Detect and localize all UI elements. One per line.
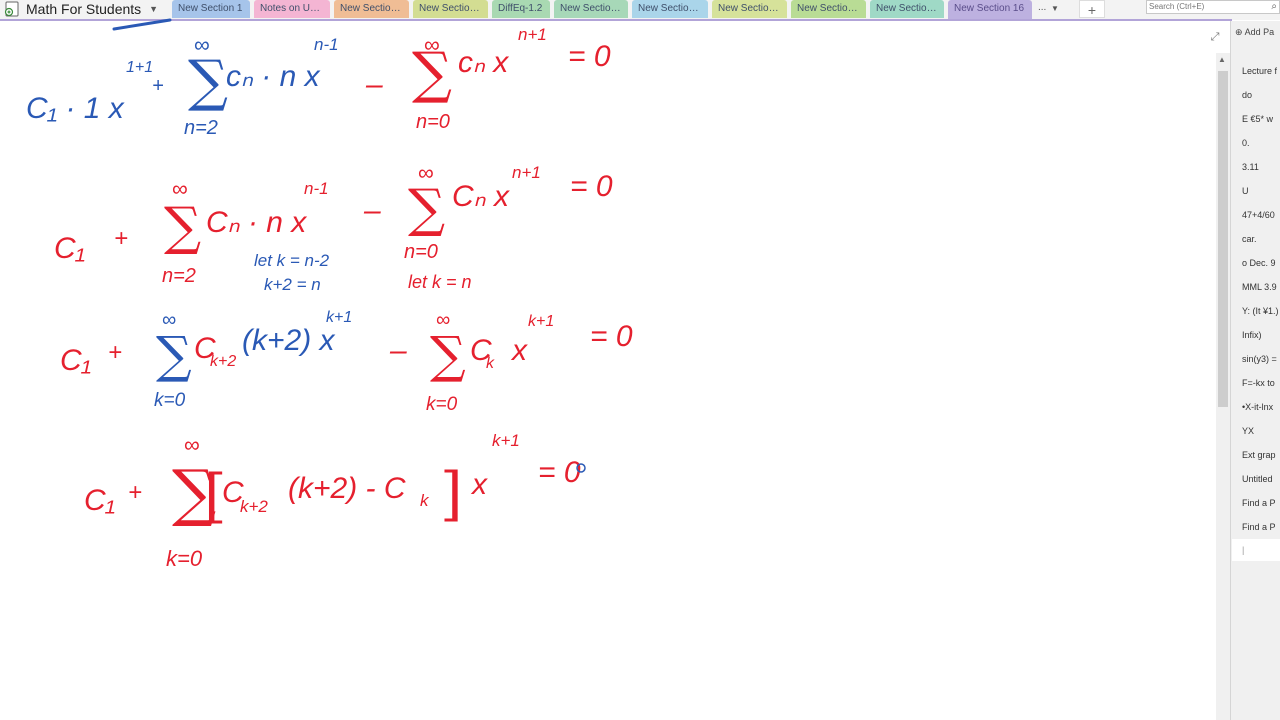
scrollbar-thumb[interactable]: [1218, 71, 1228, 407]
eq1-sum2-lower: n=0: [416, 111, 450, 133]
equation-3: C₁ + ∞ ∑ k=0 C k+2 (k+2) x k+1 – ∞ ∑ k=0…: [60, 309, 633, 415]
eq3-minus: –: [389, 334, 407, 367]
vertical-scrollbar[interactable]: ▲: [1216, 53, 1230, 720]
eq2-sum2-body: Cₙ x: [452, 180, 510, 213]
eq4-exponent: k+1: [492, 431, 520, 450]
eq1-sum1-sigma: ∑: [188, 49, 228, 114]
page-item[interactable]: car.: [1232, 228, 1280, 250]
eq3-c1: C₁: [60, 344, 91, 377]
page-item[interactable]: U: [1232, 180, 1280, 202]
page-item[interactable]: do: [1232, 84, 1280, 106]
eq3-sum2-sub: k: [486, 355, 495, 372]
eq1-blue-lead: C₁ · 1 x: [26, 92, 125, 125]
eq2-minus: –: [363, 194, 381, 227]
eq3-sum1-sigma: ∑: [156, 326, 192, 384]
eq3-sum1-body: (k+2) x: [242, 324, 336, 357]
page-item[interactable]: Infix): [1232, 324, 1280, 346]
eq1-sum1-body: cₙ · n x: [226, 60, 321, 93]
eq3-sum2-sigma: ∑: [430, 326, 466, 384]
eq2-plus: +: [114, 225, 128, 252]
page-item[interactable]: 3.11: [1232, 156, 1280, 178]
eq3-sum2-exponent: k+1: [528, 313, 554, 330]
equation-4: C₁ + ∞ ∑ k=0 [ C k+2 (k+2) - C k ] x k+1…: [84, 431, 581, 571]
eq2-note-red: let k = n: [408, 272, 472, 292]
eq2-rhs: = 0: [570, 170, 613, 203]
page-item[interactable]: sin(y3) =: [1232, 348, 1280, 370]
eq4-sum-lower: k=0: [166, 546, 203, 571]
equation-2: C₁ + ∞ ∑ n=2 Cₙ · n x n-1 – ∞ ∑ n=0 Cₙ x…: [54, 160, 613, 294]
eq4-middle: (k+2) - C: [288, 472, 406, 505]
eq3-sum1-lower: k=0: [154, 390, 186, 411]
page-item[interactable]: 47+4/60: [1232, 204, 1280, 226]
eq1-sum2-sigma: ∑: [412, 41, 452, 106]
eq4-c1: C₁: [84, 484, 115, 517]
eq2-sum1-body: Cₙ · n x: [206, 206, 307, 239]
eq4-c2-sub: k: [420, 491, 430, 510]
eq4-c-sub: k+2: [240, 497, 268, 516]
page-list-panel: ⊕ Add Pa Lecture f do E €5* w 0. 3.11 U 47+4/6…: [1230, 21, 1280, 720]
eq2-sum1-lower: n=2: [162, 265, 196, 287]
eq1-sum2-exponent: n+1: [518, 25, 547, 44]
page-item[interactable]: Ext grap: [1232, 444, 1280, 466]
page-item[interactable]: Untitled: [1232, 468, 1280, 490]
eq4-rhs: = 0: [538, 456, 581, 489]
eq1-sum2-body: cₙ x: [458, 46, 509, 79]
add-page-label: Add Pa: [1244, 27, 1275, 37]
eq1-sum1-lower: n=2: [184, 117, 218, 139]
page-item[interactable]: o Dec. 9: [1232, 252, 1280, 274]
page-item[interactable]: MML 3.9: [1232, 276, 1280, 298]
page-item[interactable]: F=-kx to: [1232, 372, 1280, 394]
page-item[interactable]: •X-it-lnx: [1232, 396, 1280, 418]
page-item[interactable]: E €5* w: [1232, 108, 1280, 130]
eq1-sum1-exponent: n-1: [314, 35, 339, 54]
eq3-sum1-exponent: k+1: [326, 309, 352, 326]
eq2-note-blue-1: let k = n-2: [254, 251, 330, 270]
eq2-c1: C₁: [54, 232, 85, 265]
plus-circle-icon: ⊕: [1235, 27, 1243, 37]
eq4-sum-upper: ∞: [184, 432, 200, 457]
eq4-plus: +: [128, 479, 142, 506]
ink-stroke-fragment: [112, 18, 172, 31]
eq3-plus: +: [108, 339, 122, 366]
eq3-sum1-sub: k+2: [210, 353, 236, 370]
page-item[interactable]: 0.: [1232, 132, 1280, 154]
eq1-minus: –: [365, 68, 383, 101]
equation-1: C₁ · 1 x 1+1 + ∞ ∑ n=2 cₙ · n x n-1 – ∞ …: [26, 25, 611, 139]
page-item[interactable]: Find a P: [1232, 516, 1280, 538]
eq3-sum2-x: x: [510, 334, 528, 367]
expand-icon[interactable]: ⤢: [1209, 31, 1221, 43]
page-item[interactable]: Y: (It ¥1.): [1232, 300, 1280, 322]
add-page-button[interactable]: ⊕ Add Pa: [1235, 25, 1280, 39]
page-item[interactable]: YX: [1232, 420, 1280, 442]
eq1-plus: +: [152, 75, 164, 97]
eq3-sum2-lower: k=0: [426, 394, 458, 415]
handwritten-ink: C₁ · 1 x 1+1 + ∞ ∑ n=2 cₙ · n x n-1 – ∞ …: [26, 18, 633, 571]
eq2-sum2-lower: n=0: [404, 241, 438, 263]
eq2-sum2-sigma: ∑: [408, 179, 445, 239]
eq2-sum2-exponent: n+1: [512, 163, 541, 182]
page-item[interactable]: Lecture f: [1232, 60, 1280, 82]
search-icon[interactable]: ⌕: [1271, 1, 1277, 13]
eq1-rhs: = 0: [568, 40, 611, 73]
new-page-item[interactable]: |: [1232, 539, 1280, 561]
eq2-note-blue-2: k+2 = n: [264, 275, 321, 294]
eq2-sum1-sigma: ∑: [164, 197, 201, 257]
eq4-bracket-close: ]: [440, 460, 463, 528]
eq3-rhs: = 0: [590, 320, 633, 353]
eq1-blue-exponent: 1+1: [126, 59, 153, 76]
eq2-sum1-exponent: n-1: [304, 179, 329, 198]
page-item[interactable]: Find a P: [1232, 492, 1280, 514]
eq4-x: x: [470, 468, 488, 501]
scroll-up-icon[interactable]: ▲: [1218, 55, 1226, 64]
